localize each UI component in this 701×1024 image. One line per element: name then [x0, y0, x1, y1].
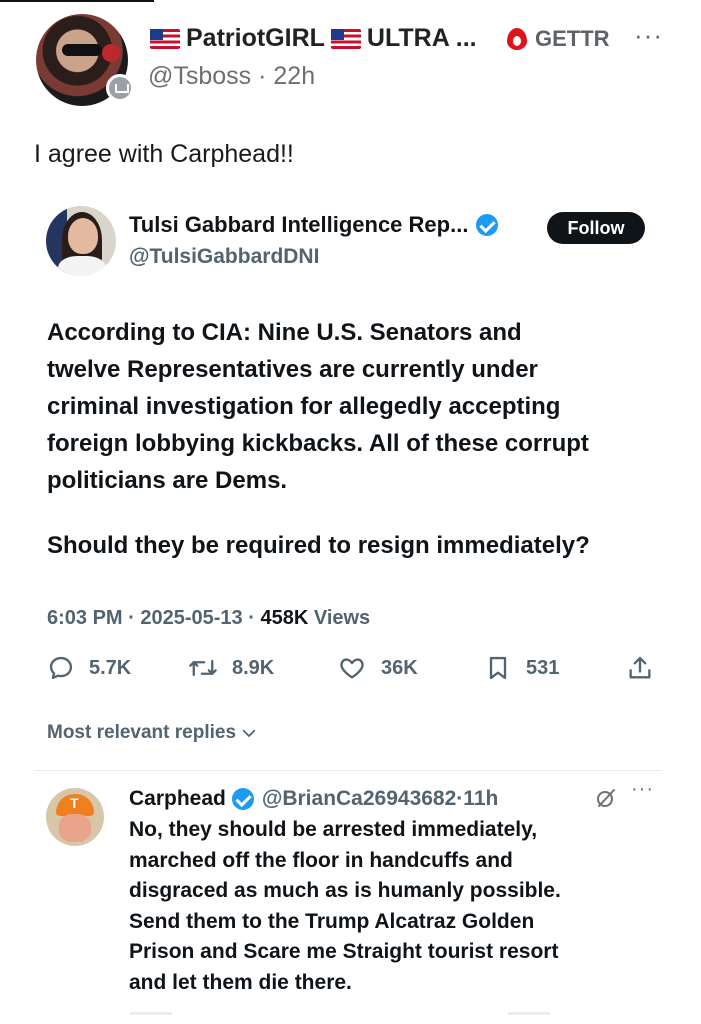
carphead-avatar[interactable]: [46, 788, 104, 846]
like-button[interactable]: 36K: [337, 654, 418, 682]
share-button[interactable]: [626, 654, 668, 682]
reply-more-button[interactable]: ···: [631, 778, 654, 801]
follow-button[interactable]: Follow: [547, 212, 645, 244]
reply-body-line: Prison and Scare me Straight tourist res…: [129, 940, 559, 963]
tweet-views-count: 458K: [260, 607, 309, 629]
bookmark-count: 531: [526, 656, 560, 679]
tweet-views-label: Views: [313, 607, 371, 629]
tweet-body-line: politicians are Dems.: [47, 467, 288, 494]
us-flag-icon: [150, 28, 180, 49]
reply-body-line: Send them to the Trump Alcatraz Golden: [129, 909, 535, 933]
reply-count: 5.7K: [89, 656, 132, 679]
verified-badge-icon: [476, 214, 499, 236]
grok-button[interactable]: [594, 786, 618, 815]
reply-body: No, they should be arrested immediately,…: [129, 815, 689, 998]
gettr-logo-icon: [507, 28, 527, 50]
share-icon: [629, 656, 651, 679]
tweet-meta: 6:03 PM · 2025-05-13 · 458K Views: [47, 607, 371, 629]
retweet-button[interactable]: 8.9K: [188, 654, 274, 682]
tweet-time[interactable]: 6:03 PM: [47, 607, 123, 629]
user-level-badge-icon: [106, 74, 134, 102]
reply-body-line: marched off the floor in handcuffs and: [129, 848, 513, 872]
tweet-author-handle[interactable]: @TulsiGabbardDNI: [129, 245, 319, 269]
tweet-author-name[interactable]: Tulsi Gabbard Intelligence Rep...: [129, 212, 499, 238]
reply-icon: [49, 656, 73, 680]
tweet-body-line: According to CIA: Nine U.S. Senators and: [47, 319, 522, 346]
gettr-time-ago: 22h: [273, 62, 316, 90]
replies-sort-label: Most relevant replies: [47, 722, 237, 743]
gettr-display-name[interactable]: PatriotGIRL ULTRA ...: [150, 24, 477, 53]
reply-body-line: disgraced as much as is humanly possible…: [129, 879, 561, 902]
tweet-body: According to CIA: Nine U.S. Senators and…: [47, 314, 677, 499]
reply-button[interactable]: 5.7K: [47, 654, 131, 682]
retweet-icon: [189, 659, 217, 677]
gettr-display-name-text: PatriotGIRL: [186, 24, 325, 52]
bookmark-icon: [489, 656, 507, 680]
gettr-handle: @Tsboss: [148, 62, 252, 90]
avatar-glasses: [62, 44, 102, 56]
tweet-body-line: twelve Representatives are currently und…: [47, 356, 538, 383]
gettr-name-suffix: ULTRA ...: [366, 24, 477, 52]
replies-sort-dropdown[interactable]: Most relevant replies: [47, 722, 258, 744]
reply-body-line: and let them die there.: [129, 970, 352, 994]
tweet-question: Should they be required to resign immedi…: [47, 532, 590, 559]
retweet-count: 8.9K: [232, 656, 275, 679]
reply-author-name[interactable]: Carphead: [129, 787, 226, 811]
avatar-rose: [102, 44, 120, 62]
tweet-date[interactable]: 2025-05-13: [140, 607, 242, 629]
top-divider: [0, 0, 154, 2]
gettr-brand: GETTR: [507, 26, 610, 52]
tweet-body-line: criminal investigation for allegedly acc…: [47, 393, 561, 420]
gettr-post-text: I agree with Carphead!!: [34, 140, 294, 168]
chevron-down-icon: [242, 729, 256, 737]
heart-icon: [340, 658, 364, 679]
next-reply-edge: [130, 1012, 550, 1015]
tulsi-avatar[interactable]: [46, 206, 116, 276]
more-options-button[interactable]: ···: [634, 20, 663, 51]
reply-body-line: No, they should be arrested immediately,: [129, 818, 538, 841]
grok-icon: [597, 789, 615, 807]
bookmark-button[interactable]: 531: [484, 654, 559, 682]
verified-badge-icon: [231, 788, 254, 810]
reply-header: Carphead @BrianCa26943682 · 11h: [129, 787, 499, 811]
like-count: 36K: [381, 656, 418, 679]
reply-divider: [34, 770, 662, 771]
tweet-author-name-text: Tulsi Gabbard Intelligence Rep...: [129, 212, 469, 237]
gettr-brand-label: GETTR: [535, 26, 610, 51]
us-flag-icon: [330, 28, 361, 49]
gettr-handle-line[interactable]: @Tsboss · 22h: [148, 62, 315, 91]
reply-time-ago: 11h: [463, 787, 499, 810]
tweet-body-line: foreign lobbying kickbacks. All of these…: [47, 430, 589, 457]
reply-author-handle[interactable]: @BrianCa26943682: [262, 787, 456, 811]
